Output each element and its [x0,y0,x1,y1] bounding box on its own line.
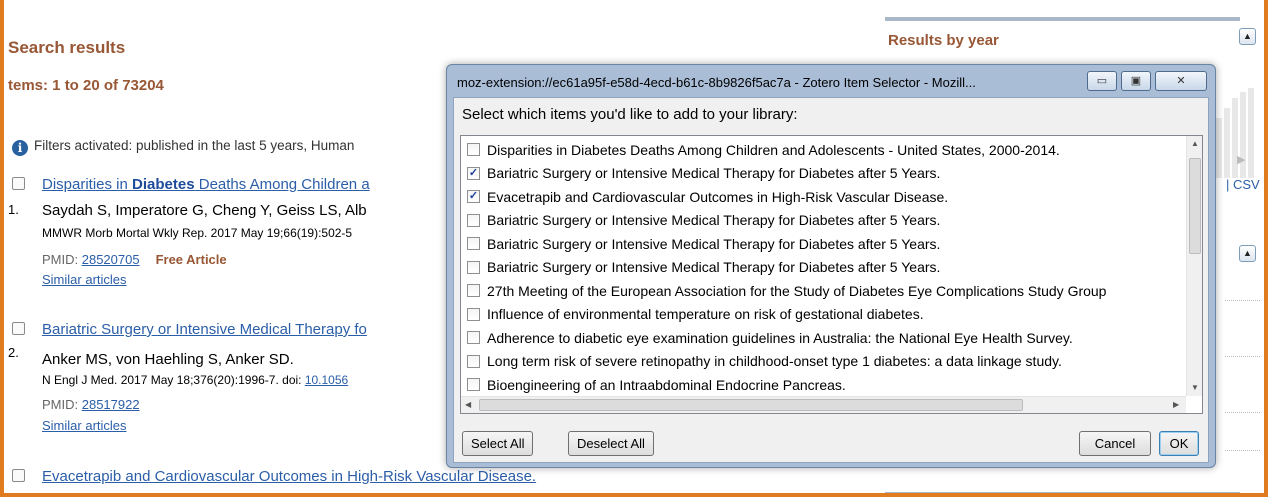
item-row[interactable]: Bariatric Surgery or Intensive Medical T… [461,232,1186,255]
dialog-title: moz-extension://ec61a95f-e58d-4ecd-b61c-… [457,75,976,90]
result-title-link[interactable]: Evacetrapib and Cardiovascular Outcomes … [42,468,536,485]
vertical-scrollbar[interactable]: ▲ ▼ [1186,136,1202,396]
items-count: tems: 1 to 20 of 73204 [8,77,164,94]
result-number: 1. [8,202,19,217]
item-checkbox[interactable] [467,284,480,297]
dialog-prompt: Select which items you'd like to add to … [462,106,798,123]
deselect-all-button[interactable]: Deselect All [568,431,654,456]
close-icon: ✕ [1176,75,1186,87]
item-checkbox-checked[interactable]: ✓ [467,190,480,203]
item-row[interactable]: ✓ Evacetrapib and Cardiovascular Outcomes… [461,185,1186,208]
result-journal: N Engl J Med. 2017 May 18;376(20):1996-7… [42,373,349,387]
pmid-link[interactable]: 28517922 [82,397,140,412]
item-label: Bariatric Surgery or Intensive Medical T… [487,235,941,252]
result-pmid: PMID: 28517922 [42,397,140,412]
filters-text: Filters activated: published in the last… [34,138,355,153]
item-row[interactable]: Influence of environmental temperature o… [461,303,1186,326]
item-checkbox[interactable] [467,378,480,391]
divider [1225,450,1260,451]
item-label: Adherence to diabetic eye examination gu… [487,329,1073,346]
item-label: Long term risk of severe retinopathy in … [487,353,1062,369]
results-by-year-chart [1214,88,1258,178]
doi-link[interactable]: 10.1056 [305,373,348,387]
maximize-icon: ▣ [1130,75,1142,87]
item-label: Bariatric Surgery or Intensive Medical T… [487,165,941,181]
results-by-year-title: Results by year [888,32,999,49]
scroll-down-icon[interactable]: ▼ [1191,383,1199,392]
result-checkbox[interactable] [12,469,25,482]
items-listbox[interactable]: Disparities in Diabetes Deaths Among Chi… [460,135,1203,414]
close-button[interactable]: ✕ [1155,71,1207,91]
divider [1225,300,1260,301]
result-checkbox[interactable] [12,322,25,335]
result-authors: Anker MS, von Haehling S, Anker SD. [42,351,294,368]
item-checkbox[interactable] [467,260,480,274]
download-csv-link[interactable]: | CSV [1226,177,1260,192]
item-checkbox-checked[interactable]: ✓ [467,166,480,180]
item-label: Bariatric Surgery or Intensive Medical T… [487,212,941,228]
result-authors: Saydah S, Imperatore G, Cheng Y, Geiss L… [42,202,367,219]
item-label: Influence of environmental temperature o… [487,306,924,322]
item-row[interactable]: Adherence to diabetic eye examination gu… [461,326,1186,349]
item-row[interactable]: ✓ Bariatric Surgery or Intensive Medical … [461,162,1186,185]
scroll-up-icon[interactable]: ▲ [1191,139,1199,148]
item-checkbox[interactable] [467,237,480,250]
divider [1225,412,1260,413]
similar-articles-link[interactable]: Similar articles [42,272,127,287]
pmid-link[interactable]: 28520705 [82,252,140,267]
collapse-panel-button[interactable]: ▲ [1239,245,1256,262]
result-pmid: PMID: 28520705 Free Article [42,252,227,267]
item-checkbox[interactable] [467,307,480,321]
similar-articles-link[interactable]: Similar articles [42,418,127,433]
minimize-button[interactable]: ▭ [1087,71,1117,91]
cancel-button[interactable]: Cancel [1079,431,1151,456]
divider [1225,356,1260,357]
dialog-body: Select which items you'd like to add to … [453,97,1209,463]
result-number: 2. [8,345,19,360]
result-item: Evacetrapib and Cardiovascular Outcomes … [8,468,708,494]
vertical-scroll-thumb[interactable] [1189,158,1201,254]
select-all-button[interactable]: Select All [462,431,534,456]
horizontal-scroll-thumb[interactable] [479,399,1023,411]
maximize-button[interactable]: ▣ [1121,71,1151,91]
results-by-year-header-bar [885,17,1240,21]
free-article-label: Free Article [155,252,227,267]
minimize-icon: ▭ [1096,75,1108,87]
item-label: Disparities in Diabetes Deaths Among Chi… [487,141,1060,158]
item-checkbox[interactable] [467,354,480,368]
item-row[interactable]: 27th Meeting of the European Association… [461,279,1186,302]
item-row[interactable]: Long term risk of severe retinopathy in … [461,350,1186,373]
chart-next-icon[interactable]: ▶ [1237,153,1245,166]
info-icon: i [12,140,28,156]
panel-footer-bar [885,492,1240,496]
ok-button[interactable]: OK [1159,431,1199,456]
zotero-item-selector-dialog: moz-extension://ec61a95f-e58d-4ecd-b61c-… [446,64,1216,468]
item-checkbox[interactable] [467,143,480,156]
item-label: Evacetrapib and Cardiovascular Outcomes … [487,188,949,205]
item-row[interactable]: Bariatric Surgery or Intensive Medical T… [461,256,1186,279]
item-label: Bioengineering of an Intraabdominal Endo… [487,376,846,393]
result-item: 1. Disparities in Diabetes Deaths Among … [8,176,448,296]
item-row[interactable]: Bioengineering of an Intraabdominal Endo… [461,373,1186,396]
result-checkbox[interactable] [12,177,25,190]
item-row[interactable]: Disparities in Diabetes Deaths Among Chi… [461,138,1186,161]
item-checkbox[interactable] [467,213,480,227]
collapse-results-by-year-button[interactable]: ▲ [1239,28,1256,45]
filters-notice: i Filters activated: published in the las… [12,138,354,156]
result-title-link[interactable]: Bariatric Surgery or Intensive Medical T… [42,321,367,338]
result-title-link[interactable]: Disparities in Diabetes Deaths Among Chi… [42,176,370,193]
result-journal: MMWR Morb Mortal Wkly Rep. 2017 May 19;6… [42,226,353,240]
result-item: 2. Bariatric Surgery or Intensive Medica… [8,321,448,441]
item-row[interactable]: Bariatric Surgery or Intensive Medical T… [461,209,1186,232]
scroll-left-icon[interactable]: ◀ [465,400,471,409]
item-checkbox[interactable] [467,331,480,344]
search-results-title: Search results [8,38,126,57]
scroll-right-icon[interactable]: ▶ [1173,400,1179,409]
horizontal-scrollbar[interactable]: ◀ ▶ [461,396,1186,413]
item-label: Bariatric Surgery or Intensive Medical T… [487,259,941,275]
item-label: 27th Meeting of the European Association… [487,282,1107,299]
